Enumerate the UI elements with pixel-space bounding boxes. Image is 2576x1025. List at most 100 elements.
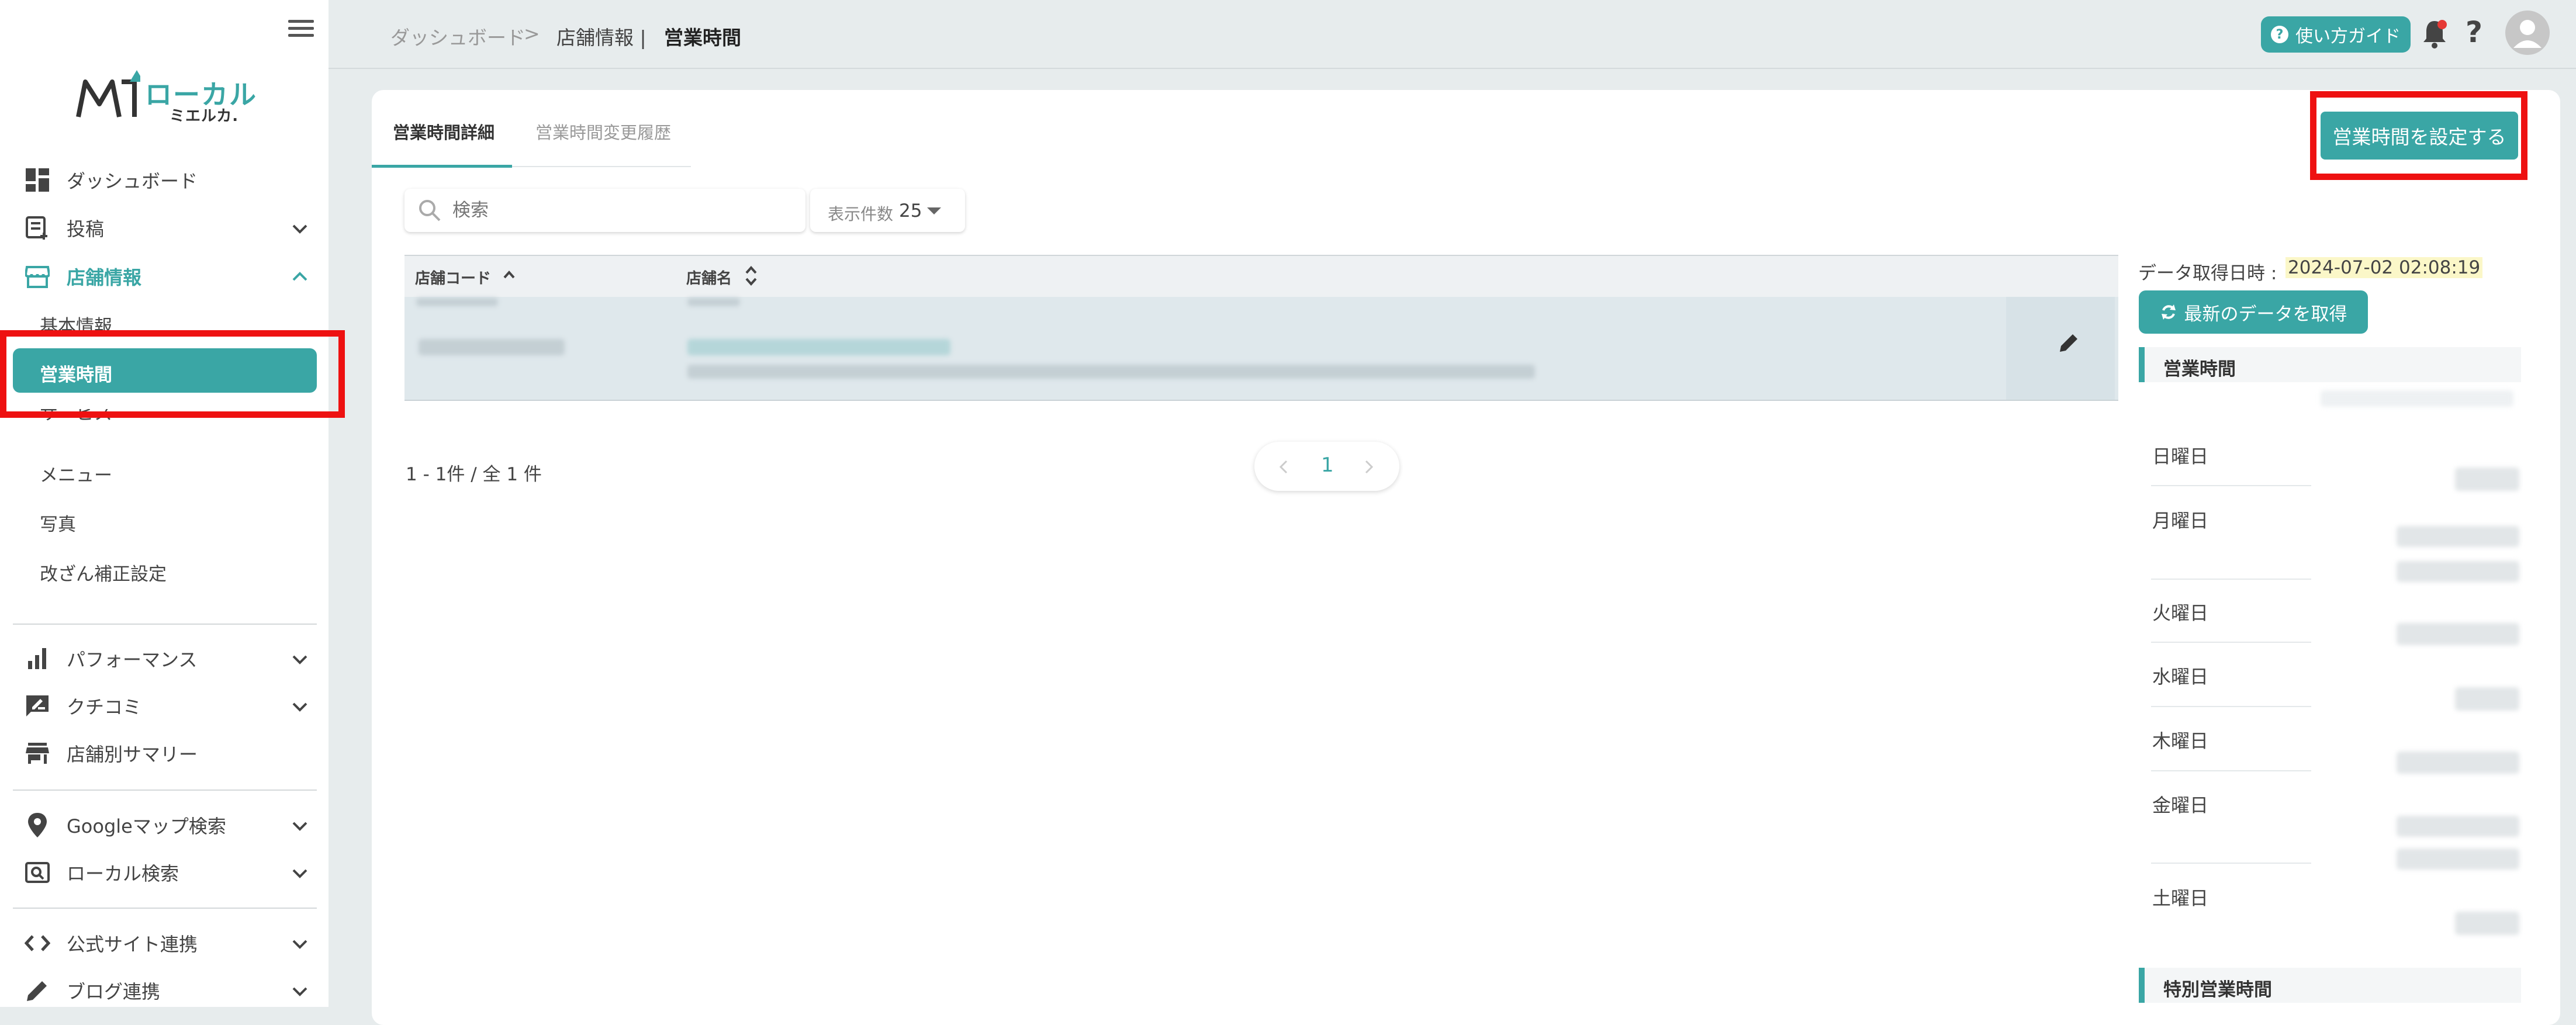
chevron-down-icon bbox=[292, 987, 307, 996]
sidebar-item-dashboard[interactable]: ダッシュボード bbox=[23, 162, 316, 198]
search-icon bbox=[419, 200, 441, 221]
chevron-down-icon bbox=[292, 224, 307, 234]
blurred-hours bbox=[2455, 468, 2519, 491]
row-divider bbox=[2151, 579, 2311, 580]
sidebar-item-label: ブログ連携 bbox=[67, 981, 161, 1003]
chevron-right-icon[interactable] bbox=[1364, 459, 1374, 475]
blurred-text bbox=[416, 298, 498, 306]
sidebar-item-label: 店舗情報 bbox=[67, 266, 142, 289]
logo-subtext: ミエルカ. bbox=[170, 108, 239, 125]
data-fetched-label: データ取得日時 : bbox=[2138, 263, 2277, 284]
blurred-hours bbox=[2397, 816, 2519, 837]
guide-button[interactable]: ? 使い方ガイド bbox=[2261, 16, 2411, 53]
sidebar-item-label: パフォーマンス bbox=[67, 649, 198, 671]
sidebar-item-label: クチコミ bbox=[67, 696, 142, 718]
day-label-wednesday: 水曜日 bbox=[2152, 666, 2209, 688]
sort-icon[interactable] bbox=[745, 264, 758, 288]
divider bbox=[13, 908, 317, 909]
hamburger-menu-icon[interactable] bbox=[288, 20, 314, 37]
row-divider bbox=[2151, 485, 2311, 486]
sidebar-subitem-business-hours[interactable]: 営業時間 bbox=[13, 348, 317, 393]
section-title-text: 営業時間 bbox=[2163, 359, 2236, 380]
sidebar-item-reviews[interactable]: クチコミ bbox=[23, 688, 316, 723]
search-input[interactable] bbox=[451, 197, 793, 224]
table-row[interactable] bbox=[404, 297, 2118, 401]
day-label-monday: 月曜日 bbox=[2152, 510, 2209, 532]
per-page-select[interactable]: 表示件数 25 bbox=[810, 189, 965, 232]
sidebar-item-label: ダッシュボード bbox=[67, 170, 198, 192]
sidebar-subitem-basic-info[interactable]: 基本情報 bbox=[40, 311, 112, 338]
refresh-icon bbox=[2161, 304, 2176, 320]
blurred-hours bbox=[2397, 623, 2519, 645]
column-header-store-code[interactable]: 店舗コード bbox=[415, 266, 491, 288]
sidebar-item-official-site[interactable]: 公式サイト連携 bbox=[23, 926, 316, 961]
logo-mark-icon bbox=[76, 70, 140, 117]
column-header-store-name[interactable]: 店舗名 bbox=[686, 266, 732, 288]
business-hours-section-title: 営業時間 bbox=[2139, 347, 2521, 382]
bell-icon[interactable] bbox=[2421, 19, 2448, 49]
chevron-down-icon bbox=[292, 940, 307, 949]
sidebar-subitem-label: 営業時間 bbox=[40, 365, 112, 386]
sidebar-item-performance[interactable]: パフォーマンス bbox=[23, 641, 316, 676]
breadcrumb-current: 営業時間 bbox=[664, 26, 741, 49]
edit-pencil-icon[interactable] bbox=[2058, 331, 2081, 354]
chevron-down-icon bbox=[292, 869, 307, 878]
sidebar: ローカル ミエルカ. ダッシュボード 投稿 店舗情報 基本情報 営業時間 サービ… bbox=[0, 0, 329, 1007]
blurred-hours bbox=[2397, 526, 2519, 547]
storefront-icon bbox=[23, 739, 51, 767]
refresh-data-label: 最新のデータを取得 bbox=[2184, 303, 2347, 325]
blurred-hours bbox=[2397, 849, 2519, 870]
sidebar-subitem-tamper-correction[interactable]: 改ざん補正設定 bbox=[40, 559, 167, 586]
local-search-icon bbox=[23, 858, 51, 887]
sort-asc-icon[interactable] bbox=[503, 270, 516, 279]
current-page[interactable]: 1 bbox=[1321, 453, 1334, 477]
breadcrumb-dashboard[interactable]: ダッシュボード bbox=[390, 22, 525, 50]
blurred-text bbox=[687, 298, 740, 306]
chevron-up-icon bbox=[292, 272, 307, 281]
guide-button-label: 使い方ガイド bbox=[2295, 26, 2401, 47]
chevron-left-icon[interactable] bbox=[1279, 459, 1288, 475]
sidebar-item-google-maps-search[interactable]: Googleマップ検索 bbox=[23, 808, 316, 843]
blurred-header bbox=[2321, 390, 2513, 407]
bar-chart-icon bbox=[23, 645, 51, 673]
divider bbox=[13, 789, 317, 791]
search-box bbox=[404, 189, 805, 232]
table-header: 店舗コード 店舗名 bbox=[404, 255, 2118, 298]
sidebar-item-local-search[interactable]: ローカル検索 bbox=[23, 855, 316, 890]
sidebar-item-posts[interactable]: 投稿 bbox=[23, 210, 316, 245]
section-title-text: 特別営業時間 bbox=[2163, 979, 2272, 1000]
post-icon bbox=[23, 214, 51, 242]
breadcrumb-store-info[interactable]: 店舗情報 | bbox=[556, 22, 646, 50]
tab-underline bbox=[512, 166, 691, 167]
code-icon bbox=[23, 929, 51, 957]
pagination: 1 bbox=[1254, 442, 1399, 491]
refresh-data-button[interactable]: 最新のデータを取得 bbox=[2139, 290, 2368, 334]
sidebar-subitem-services[interactable]: サービス bbox=[40, 409, 112, 421]
tab-hours-history[interactable]: 営業時間変更履歴 bbox=[535, 119, 671, 144]
map-pin-icon bbox=[23, 811, 51, 839]
sidebar-item-store-info[interactable]: 店舗情報 bbox=[23, 259, 316, 294]
sidebar-subitem-menu[interactable]: メニュー bbox=[40, 460, 112, 487]
chevron-down-icon bbox=[292, 702, 307, 712]
dashboard-icon bbox=[23, 166, 51, 194]
sidebar-item-label: 公式サイト連携 bbox=[67, 933, 198, 955]
day-label-sunday: 日曜日 bbox=[2152, 445, 2209, 468]
blurred-address bbox=[687, 365, 1535, 379]
per-page-value: 25 bbox=[899, 200, 922, 221]
blurred-hours bbox=[2455, 912, 2519, 935]
sidebar-subitem-photos[interactable]: 写真 bbox=[40, 510, 76, 536]
sidebar-item-label: ローカル検索 bbox=[67, 863, 179, 885]
tab-hours-detail[interactable]: 営業時間詳細 bbox=[393, 119, 495, 144]
help-icon[interactable]: ? bbox=[2466, 15, 2482, 49]
sidebar-item-store-summary[interactable]: 店舗別サマリー bbox=[23, 736, 316, 771]
active-tab-indicator bbox=[372, 165, 512, 168]
sidebar-item-label: Googleマップ検索 bbox=[67, 815, 226, 837]
question-circle-icon: ? bbox=[2271, 26, 2288, 43]
pencil-icon bbox=[23, 976, 51, 1005]
day-label-saturday: 土曜日 bbox=[2152, 887, 2209, 909]
data-fetched-timestamp: 2024-07-02 02:08:19 bbox=[2285, 257, 2483, 278]
avatar[interactable] bbox=[2505, 11, 2550, 55]
set-business-hours-button[interactable]: 営業時間を設定する bbox=[2321, 112, 2518, 160]
divider bbox=[13, 624, 317, 625]
sidebar-item-blog[interactable]: ブログ連携 bbox=[23, 973, 316, 1008]
